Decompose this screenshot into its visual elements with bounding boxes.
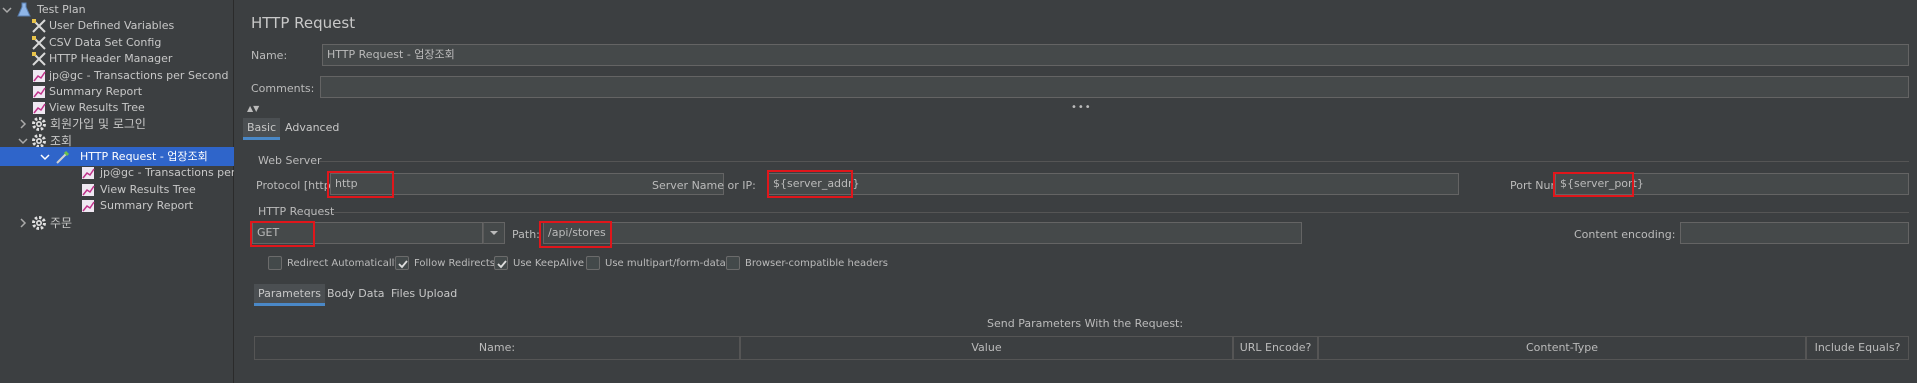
column-header-content-type[interactable]: Content-Type: [1318, 336, 1806, 360]
checkmark-icon: [497, 260, 507, 269]
server-name-field[interactable]: ${server_addr}: [768, 173, 1459, 195]
tab-files-upload[interactable]: Files Upload: [387, 284, 461, 306]
section-divider: [319, 161, 1909, 162]
path-label: Path:: [512, 228, 540, 241]
follow-redirects-label: Follow Redirects: [414, 258, 495, 269]
comments-field[interactable]: [320, 76, 1909, 98]
redirect-automatically-checkbox[interactable]: [268, 256, 282, 270]
column-header-url-encode[interactable]: URL Encode?: [1233, 336, 1318, 360]
content-encoding-field[interactable]: [1680, 222, 1909, 244]
use-keepalive-label: Use KeepAlive: [513, 258, 585, 269]
comments-label: Comments:: [251, 82, 315, 95]
use-multipart-checkbox[interactable]: [586, 256, 600, 270]
gear-icon: [31, 215, 47, 231]
tree-item-order[interactable]: 주문: [0, 213, 234, 233]
chevron-down-icon[interactable]: [2, 5, 12, 15]
collapse-arrows-icon[interactable]: ▲▼: [247, 104, 259, 113]
chevron-right-icon[interactable]: [18, 218, 28, 228]
method-select[interactable]: GET: [252, 222, 483, 244]
tab-parameters[interactable]: Parameters: [254, 284, 325, 306]
http-request-section-label: HTTP Request: [258, 205, 335, 218]
column-header-include-equals[interactable]: Include Equals?: [1806, 336, 1909, 360]
page-title: HTTP Request: [251, 14, 356, 32]
gear-icon: [31, 116, 47, 132]
method-dropdown-button[interactable]: [483, 222, 505, 244]
tab-body-data[interactable]: Body Data: [323, 284, 389, 306]
column-header-value[interactable]: Value: [740, 336, 1233, 360]
web-server-section-label: Web Server: [258, 154, 322, 167]
parameters-caption: Send Parameters With the Request:: [987, 317, 1184, 330]
use-multipart-label: Use multipart/form-data: [605, 258, 726, 269]
protocol-label: Protocol [http]:: [256, 179, 339, 192]
name-field[interactable]: HTTP Request - 업장조회: [322, 44, 1909, 66]
tools-icon: [31, 51, 47, 67]
http-request-panel: HTTP Request Name: HTTP Request - 업장조회 C…: [241, 0, 1917, 383]
checkmark-icon: [398, 260, 408, 269]
test-plan-tree[interactable]: Test Plan User Defined Variables CSV Dat…: [0, 0, 234, 383]
content-encoding-label: Content encoding:: [1574, 228, 1676, 241]
chevron-down-icon[interactable]: [40, 152, 50, 162]
redirect-automatically-label: Redirect Automatically: [287, 258, 401, 269]
column-header-name[interactable]: Name:: [254, 336, 740, 360]
name-label: Name:: [251, 49, 288, 62]
chevron-right-icon[interactable]: [18, 119, 28, 129]
chevron-down-icon[interactable]: [18, 136, 28, 146]
browser-compatible-headers-label: Browser-compatible headers: [745, 258, 888, 269]
use-keepalive-checkbox[interactable]: [494, 256, 508, 270]
graph-icon: [80, 198, 96, 214]
server-name-label: Server Name or IP:: [652, 179, 756, 192]
tab-basic[interactable]: Basic: [243, 118, 281, 140]
port-number-field[interactable]: ${server_port}: [1555, 173, 1909, 195]
path-field[interactable]: /api/stores: [543, 222, 1302, 244]
section-divider: [332, 212, 1909, 213]
follow-redirects-checkbox[interactable]: [395, 256, 409, 270]
tree-item-label: 주문: [50, 216, 73, 230]
graph-icon: [80, 165, 96, 181]
tools-icon: [31, 18, 47, 34]
browser-compatible-headers-checkbox[interactable]: [726, 256, 740, 270]
chevron-down-icon: [490, 231, 498, 235]
splitter-handle[interactable]: •••: [1071, 102, 1092, 113]
tab-advanced[interactable]: Advanced: [281, 118, 343, 140]
